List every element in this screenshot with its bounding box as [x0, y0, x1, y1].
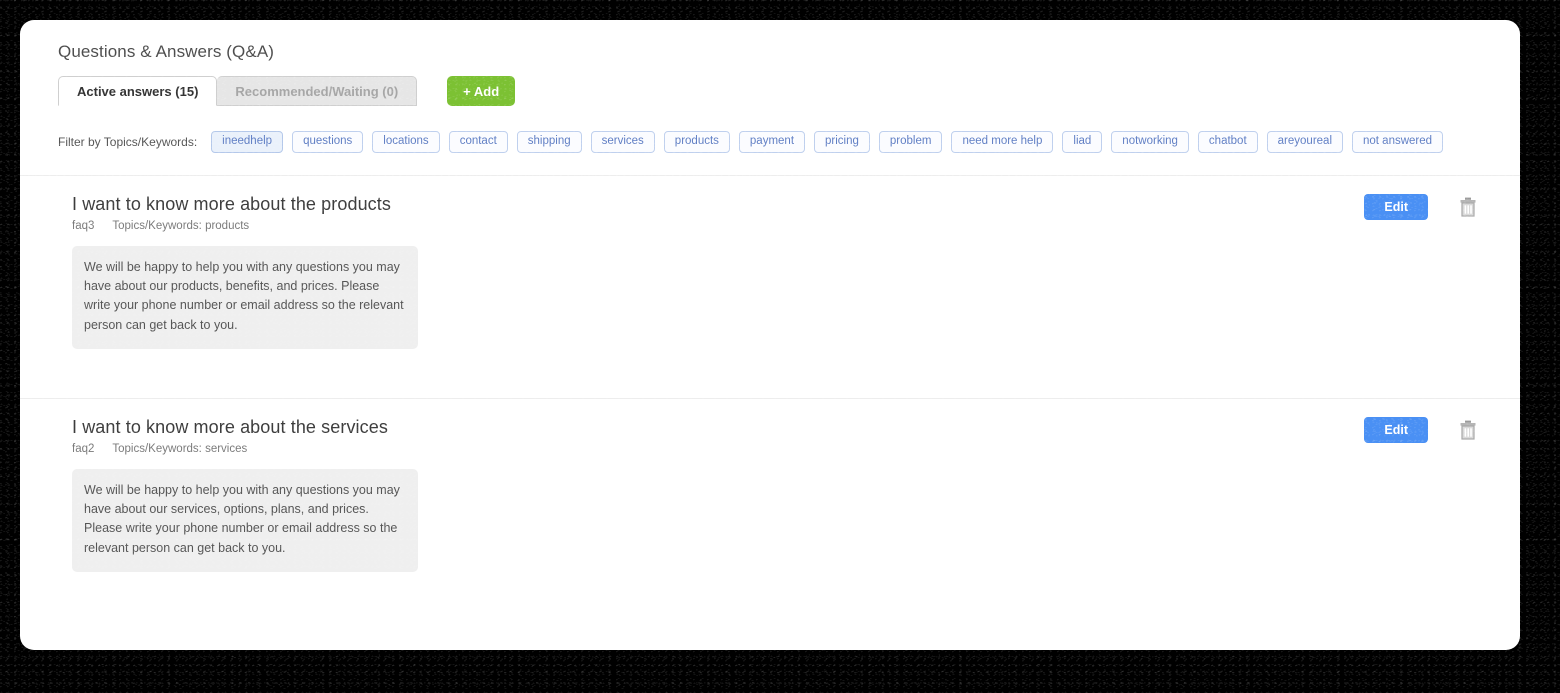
- filter-tag-products[interactable]: products: [663, 131, 730, 153]
- filter-tag-not-answered[interactable]: not answered: [1352, 131, 1444, 153]
- qa-panel-card: Questions & Answers (Q&A) Active answers…: [20, 20, 1520, 650]
- delete-button[interactable]: [1458, 419, 1478, 441]
- faq-row-actions: Edit: [1364, 193, 1478, 220]
- faq-meta: faq2 Topics/Keywords: services: [72, 443, 1500, 455]
- filter-tag-list: ineedhelp questions locations contact sh…: [211, 131, 1444, 153]
- screen-root: Questions & Answers (Q&A) Active answers…: [0, 0, 1560, 693]
- filter-tag-questions[interactable]: questions: [292, 131, 364, 153]
- delete-button[interactable]: [1458, 196, 1478, 218]
- filter-tag-ineedhelp[interactable]: ineedhelp: [211, 131, 284, 153]
- faq-item: I want to know more about the services f…: [40, 399, 1500, 595]
- tab-recommended-waiting[interactable]: Recommended/Waiting (0): [217, 76, 418, 106]
- filter-tag-areyoureal[interactable]: areyoureal: [1266, 131, 1343, 153]
- faq-list: I want to know more about the products f…: [20, 174, 1520, 595]
- faq-id: faq3: [72, 219, 95, 232]
- trash-icon: [1460, 420, 1476, 440]
- filter-tag-chatbot[interactable]: chatbot: [1197, 131, 1258, 153]
- filter-tag-services[interactable]: services: [590, 131, 655, 153]
- faq-question: I want to know more about the services: [72, 416, 388, 437]
- filter-tag-notworking[interactable]: notworking: [1111, 131, 1189, 153]
- filter-bar: Filter by Topics/Keywords: ineedhelp que…: [58, 131, 1500, 153]
- edit-button[interactable]: Edit: [1364, 193, 1428, 220]
- faq-question: I want to know more about the products: [72, 193, 391, 214]
- tab-active-answers[interactable]: Active answers (15): [58, 76, 218, 106]
- filter-tag-liad[interactable]: liad: [1062, 131, 1103, 153]
- faq-row-actions: Edit: [1364, 416, 1478, 443]
- add-button[interactable]: + Add: [447, 76, 516, 106]
- faq-id: faq2: [72, 442, 95, 455]
- faq-keywords: Topics/Keywords: products: [112, 219, 250, 232]
- filter-tag-contact[interactable]: contact: [448, 131, 508, 153]
- faq-answer: We will be happy to help you with any qu…: [72, 468, 418, 573]
- tab-active-answers-label: Active answers (15): [77, 83, 199, 99]
- faq-keywords: Topics/Keywords: services: [112, 442, 248, 455]
- filter-tag-shipping[interactable]: shipping: [516, 131, 582, 153]
- faq-item: I want to know more about the products f…: [40, 176, 1500, 398]
- filter-label: Filter by Topics/Keywords:: [58, 134, 198, 149]
- faq-answer: We will be happy to help you with any qu…: [72, 245, 418, 350]
- tab-recommended-waiting-label: Recommended/Waiting (0): [235, 83, 399, 99]
- filter-tag-need-more-help[interactable]: need more help: [951, 131, 1054, 153]
- edit-button[interactable]: Edit: [1364, 416, 1428, 443]
- faq-meta: faq3 Topics/Keywords: products: [72, 220, 1500, 232]
- filter-tag-problem[interactable]: problem: [878, 131, 943, 153]
- filter-tag-locations[interactable]: locations: [372, 131, 440, 153]
- page-title: Questions & Answers (Q&A): [58, 42, 275, 61]
- tab-bar: Active answers (15) Recommended/Waiting …: [58, 74, 1500, 106]
- filter-tag-pricing[interactable]: pricing: [814, 131, 870, 153]
- filter-tag-payment[interactable]: payment: [738, 131, 806, 153]
- trash-icon: [1460, 197, 1476, 217]
